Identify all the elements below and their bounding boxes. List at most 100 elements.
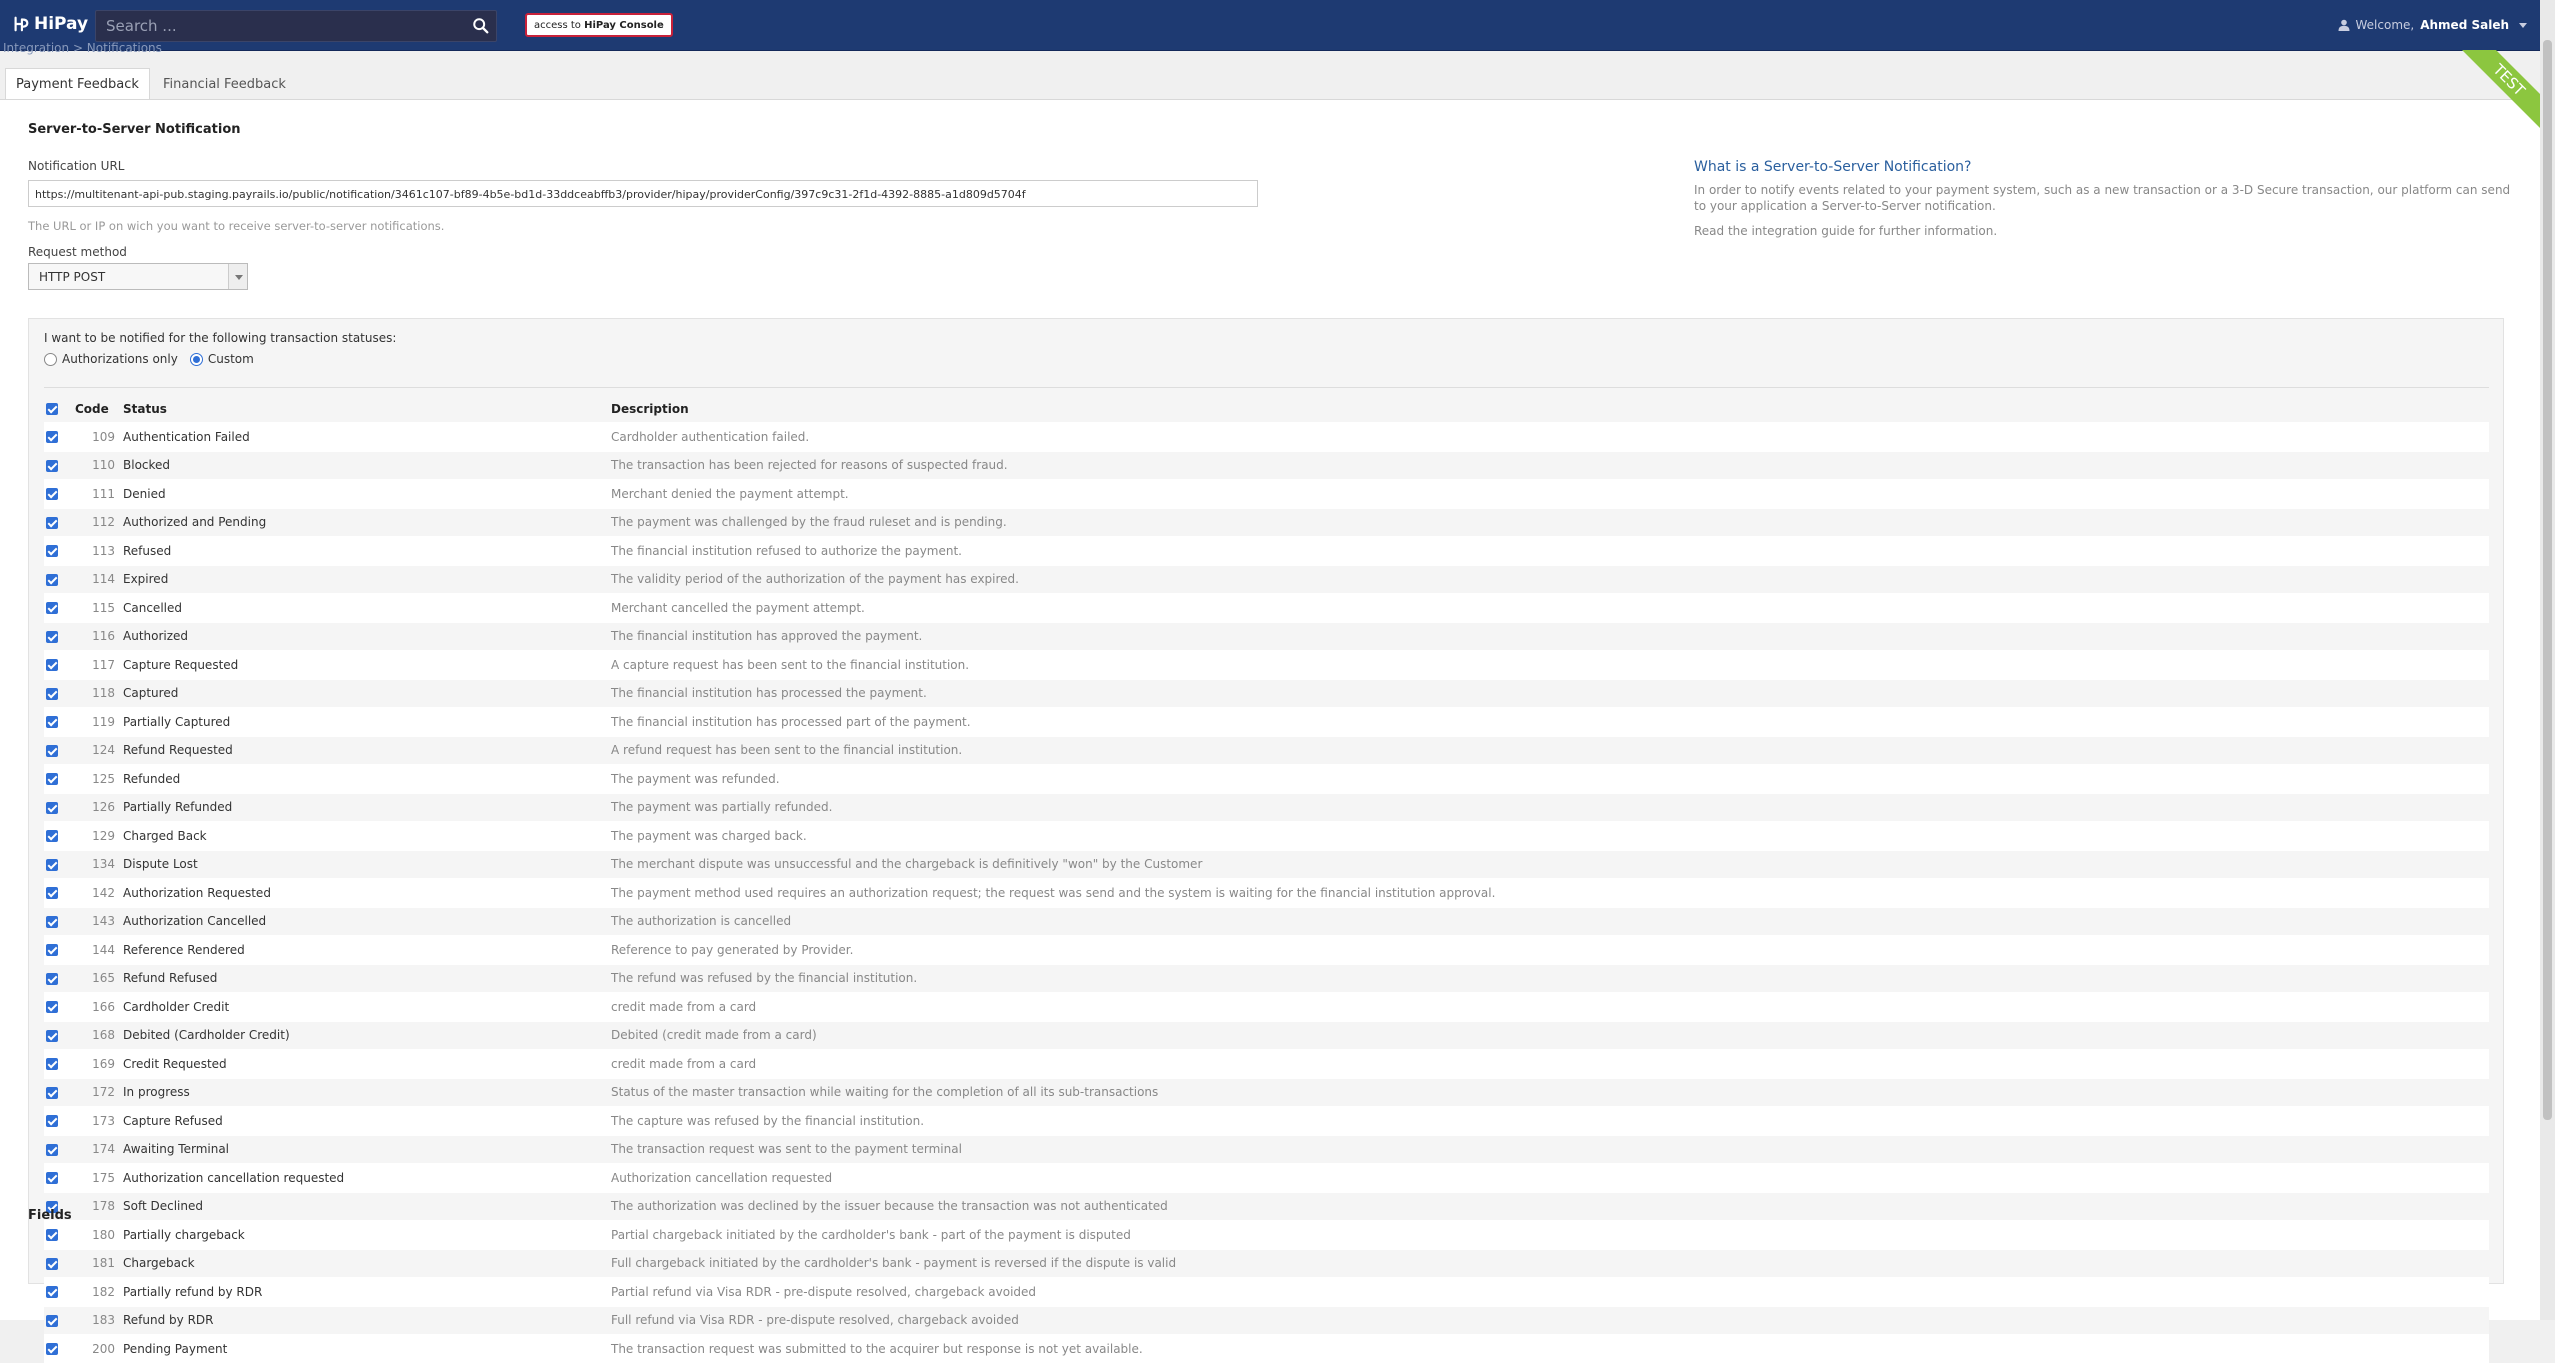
status-checkbox[interactable] — [46, 687, 58, 700]
statuses-table: Code Status Description 109 Authenticatio… — [44, 395, 2489, 1363]
status-checkbox[interactable] — [46, 830, 58, 843]
status-code: 166 — [71, 992, 122, 1021]
status-description: The refund was refused by the financial … — [610, 963, 2489, 993]
help-guide-link[interactable]: Read the integration guide for further i… — [1694, 224, 1997, 238]
status-checkbox[interactable] — [46, 1257, 58, 1270]
row-checkbox-cell — [44, 1334, 71, 1363]
radio-authorizations-only[interactable]: Authorizations only — [44, 352, 178, 366]
status-code: 173 — [71, 1106, 122, 1135]
status-checkbox[interactable] — [46, 1172, 58, 1185]
status-code: 113 — [71, 536, 122, 565]
status-checkbox[interactable] — [46, 716, 58, 729]
radio-label: Authorizations only — [62, 352, 178, 366]
status-checkbox[interactable] — [46, 431, 58, 444]
radio-custom[interactable]: Custom — [189, 352, 254, 366]
status-checkbox[interactable] — [46, 1143, 58, 1156]
hipay-logo[interactable]: HiPay — [12, 14, 88, 34]
status-name: Chargeback — [122, 1248, 610, 1278]
status-checkbox[interactable] — [46, 1229, 58, 1242]
status-checkbox[interactable] — [46, 1286, 58, 1299]
row-checkbox-cell — [44, 1220, 71, 1249]
status-checkbox[interactable] — [46, 944, 58, 957]
row-checkbox-cell — [44, 621, 71, 651]
status-name: Partially Refunded — [122, 792, 610, 822]
status-checkbox[interactable] — [46, 659, 58, 672]
status-code: 129 — [71, 821, 122, 850]
status-checkbox[interactable] — [46, 1001, 58, 1014]
console-label: HiPay Console — [584, 20, 664, 31]
status-name: Refund by RDR — [122, 1305, 610, 1335]
select-all-checkbox[interactable] — [46, 403, 58, 415]
status-name: Authorization Requested — [122, 878, 610, 907]
table-row: 129 Charged Back The payment was charged b… — [44, 821, 2489, 850]
status-checkbox[interactable] — [46, 602, 58, 615]
table-row: 200 Pending Payment The transaction reques… — [44, 1334, 2489, 1363]
row-checkbox-cell — [44, 1305, 71, 1335]
status-checkbox[interactable] — [46, 744, 58, 757]
status-description: The capture was refused by the financial… — [610, 1106, 2489, 1135]
radio-circle[interactable] — [44, 352, 57, 366]
status-checkbox[interactable] — [46, 972, 58, 985]
notification-url-input[interactable]: https://multitenant-api-pub.staging.payr… — [28, 180, 1258, 207]
status-description: Reference to pay generated by Provider. — [610, 935, 2489, 964]
section-title: Server-to-Server Notification — [28, 122, 241, 137]
status-name: Authorization cancellation requested — [122, 1163, 610, 1192]
page-scrollbar[interactable] — [2540, 0, 2555, 1320]
status-name: Expired — [122, 564, 610, 594]
table-row: 182 Partially refund by RDR Partial refund… — [44, 1277, 2489, 1306]
status-code: 116 — [71, 621, 122, 651]
table-row: 142 Authorization Requested The payment me… — [44, 878, 2489, 907]
status-checkbox[interactable] — [46, 1115, 58, 1128]
status-name: Denied — [122, 479, 610, 508]
tab-payment-feedback[interactable]: Payment Feedback — [5, 68, 150, 101]
status-name: Pending Payment — [122, 1334, 610, 1363]
row-checkbox-cell — [44, 963, 71, 993]
status-description: The payment was refunded. — [610, 764, 2489, 793]
status-checkbox[interactable] — [46, 915, 58, 928]
status-checkbox[interactable] — [46, 573, 58, 586]
status-checkbox[interactable] — [46, 1314, 58, 1327]
statuses-table-body: 109 Authentication Failed Cardholder authe… — [44, 422, 2489, 1363]
table-row: 125 Refunded The payment was refunded. — [44, 764, 2489, 793]
status-name: Captured — [122, 678, 610, 708]
search-input[interactable] — [96, 11, 476, 41]
request-method-select[interactable]: HTTP POST — [28, 263, 248, 290]
table-row: 111 Denied Merchant denied the payment att… — [44, 479, 2489, 508]
row-checkbox-cell — [44, 536, 71, 565]
status-description: credit made from a card — [610, 1049, 2489, 1078]
status-checkbox[interactable] — [46, 887, 58, 900]
scrollbar-thumb[interactable] — [2543, 40, 2552, 1120]
status-code: 126 — [71, 792, 122, 822]
row-checkbox-cell — [44, 479, 71, 508]
test-ribbon: TEST — [2461, 50, 2541, 130]
status-checkbox[interactable] — [46, 630, 58, 643]
status-checkbox[interactable] — [46, 773, 58, 786]
radio-circle-selected[interactable] — [189, 352, 203, 366]
status-checkbox[interactable] — [46, 459, 58, 472]
status-checkbox[interactable] — [46, 801, 58, 814]
user-menu[interactable]: Welcome, Ahmed Saleh — [2338, 18, 2527, 32]
status-name: Charged Back — [122, 821, 610, 850]
row-checkbox-cell — [44, 878, 71, 907]
status-checkbox[interactable] — [46, 1058, 58, 1071]
status-checkbox[interactable] — [46, 516, 58, 529]
search-box — [95, 10, 497, 42]
status-description: The financial institution has approved t… — [610, 621, 2489, 651]
status-checkbox[interactable] — [46, 488, 58, 501]
tab-financial-feedback[interactable]: Financial Feedback — [152, 68, 297, 101]
breadcrumb[interactable]: Integration > Notifications — [3, 41, 162, 55]
status-description: The transaction request was sent to the … — [610, 1134, 2489, 1164]
status-checkbox[interactable] — [46, 1343, 58, 1356]
status-checkbox[interactable] — [46, 1086, 58, 1099]
status-checkbox[interactable] — [46, 858, 58, 871]
status-checkbox[interactable] — [46, 545, 58, 558]
status-checkbox[interactable] — [46, 1029, 58, 1042]
status-description: The transaction request was submitted to… — [610, 1334, 2489, 1363]
table-row: 113 Refused The financial institution refu… — [44, 536, 2489, 565]
status-code: 109 — [71, 422, 122, 451]
hipay-console-button[interactable]: access to HiPay Console — [525, 13, 673, 37]
table-row: 165 Refund Refused The refund was refused … — [44, 963, 2489, 993]
status-description: Partial chargeback initiated by the card… — [610, 1220, 2489, 1249]
search-icon[interactable] — [472, 17, 490, 35]
col-code-header: Code — [75, 401, 109, 416]
